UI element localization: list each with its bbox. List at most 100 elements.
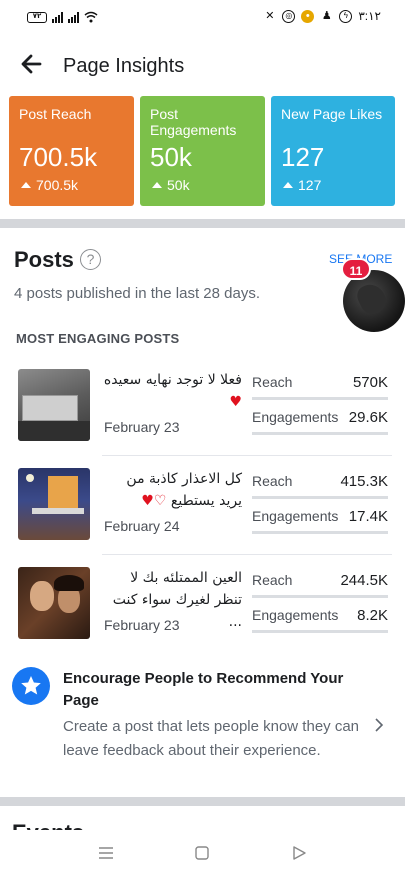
signal-icon <box>52 11 63 23</box>
reach-value: 570K <box>352 374 388 391</box>
section-divider <box>0 219 405 228</box>
chat-head-badge: 11 <box>341 258 371 280</box>
thumbnail-ground <box>18 421 90 441</box>
recommend-description: Create a post that lets people know they… <box>63 718 360 759</box>
reach-value: 415.3K <box>340 473 388 490</box>
metric-delta: 127 <box>283 177 321 193</box>
status-bar: ٧٢ ✕ ◎ • ♟ ϟ ٣:١٢ <box>0 0 405 34</box>
metric-delta-value: 127 <box>298 177 322 193</box>
post-thumbnail <box>18 369 90 441</box>
post-date: February 23 <box>104 419 180 435</box>
thumbnail-balcony <box>32 508 84 514</box>
up-arrow-icon <box>152 182 162 188</box>
engagements-row: Engagements 8.2K <box>252 607 388 624</box>
recommend-title[interactable]: Encourage People to Recommend Your Page <box>63 668 363 712</box>
help-icon[interactable]: ? <box>80 249 101 270</box>
next-section-title: Events <box>12 820 84 830</box>
post-text-content: فعلا لا توجد نهايه سعيده <box>103 372 242 388</box>
metric-label: Post Engagements <box>150 106 237 138</box>
engagements-value: 8.2K <box>357 607 388 624</box>
reach-bar <box>252 496 388 499</box>
wifi-icon <box>84 11 98 23</box>
engagements-bar <box>252 630 388 633</box>
reach-value: 244.5K <box>340 572 388 589</box>
metric-value: 127 <box>281 142 325 172</box>
status-left: ٧٢ <box>27 11 98 23</box>
engagements-value: 29.6K <box>348 409 388 426</box>
engagements-bar <box>252 432 388 435</box>
metric-card-post-reach[interactable]: Post Reach 700.5k 700.5k <box>9 96 134 206</box>
metric-value: 700.5k <box>19 142 98 172</box>
menu-icon[interactable] <box>97 844 115 862</box>
up-arrow-icon <box>21 182 31 188</box>
post-date: February 23 <box>104 617 180 633</box>
back-arrow-icon[interactable] <box>20 52 42 76</box>
thumbnail-moon <box>26 474 34 482</box>
instagram-icon: ◎ <box>282 9 296 23</box>
reach-label: Reach <box>252 473 293 489</box>
post-row[interactable]: كل الاعذار كاذبة من يريد يستطيع ♡♥ Febru… <box>0 468 405 564</box>
metric-label: Post Reach <box>19 106 92 122</box>
posts-section-title: Posts <box>14 247 74 272</box>
post-date: February 24 <box>104 518 180 534</box>
metric-card-new-page-likes[interactable]: New Page Likes 127 127 <box>271 96 395 206</box>
capcut-icon: ✕ <box>265 9 275 22</box>
reach-row: Reach 570K <box>252 374 388 391</box>
app-header: Page Insights <box>0 34 405 96</box>
engagements-label: Engagements <box>252 508 339 524</box>
engagements-bar <box>252 531 388 534</box>
person-icon: ♟ <box>321 9 332 22</box>
reach-bar <box>252 397 388 400</box>
battery-icon: ٧٢ <box>27 11 47 23</box>
back-triangle-icon[interactable] <box>290 844 308 862</box>
most-engaging-label: MOST ENGAGING POSTS <box>16 331 180 346</box>
post-thumbnail <box>18 468 90 540</box>
reach-row: Reach 415.3K <box>252 473 388 490</box>
posts-summary: 4 posts published in the last 28 days. <box>14 285 260 302</box>
notification-app-icon: • <box>301 9 315 23</box>
status-time: ٣:١٢ <box>358 9 381 23</box>
metric-cards: Post Reach 700.5k 700.5k Post Engagement… <box>0 96 405 208</box>
engagements-label: Engagements <box>252 409 339 425</box>
messenger-icon: ϟ <box>339 9 353 23</box>
engagements-row: Engagements 29.6K <box>252 409 388 426</box>
star-glyph <box>21 676 41 695</box>
signal-icon-2 <box>68 11 79 23</box>
metric-value: 50k <box>150 142 192 172</box>
star-icon <box>12 667 50 705</box>
heart-emoji: ♡♥ <box>141 493 167 509</box>
post-thumbnail <box>18 567 90 639</box>
system-nav-bar <box>0 832 405 878</box>
metric-delta-value: 50k <box>167 177 190 193</box>
home-icon[interactable] <box>193 844 211 862</box>
thumbnail-face-1 <box>30 581 54 611</box>
reach-row: Reach 244.5K <box>252 572 388 589</box>
engagements-row: Engagements 17.4K <box>252 508 388 525</box>
chevron-right-icon[interactable] <box>373 717 385 733</box>
engagements-value: 17.4K <box>348 508 388 525</box>
metric-label: New Page Likes <box>281 106 383 122</box>
engagements-label: Engagements <box>252 607 339 623</box>
post-row[interactable]: فعلا لا توجد نهايه سعيده ♥ February 23 R… <box>0 369 405 465</box>
metric-card-post-engagements[interactable]: Post Engagements 50k 50k <box>140 96 265 206</box>
thumbnail-hair <box>54 575 84 591</box>
metric-delta-value: 700.5k <box>36 177 79 193</box>
section-divider <box>0 797 405 806</box>
heart-emoji: ♥ <box>229 394 242 410</box>
up-arrow-icon <box>283 182 293 188</box>
status-right: ✕ ◎ • ♟ ϟ ٣:١٢ <box>263 9 381 23</box>
post-text: كل الاعذار كاذبة من يريد يستطيع ♡♥ <box>102 468 242 512</box>
metric-delta: 50k <box>152 177 190 193</box>
page-title: Page Insights <box>63 55 185 77</box>
post-text: فعلا لا توجد نهايه سعيده ♥ <box>102 369 242 413</box>
reach-label: Reach <box>252 572 293 588</box>
row-separator <box>102 455 392 456</box>
post-row[interactable]: العين الممتلئه بك لا تنظر لغيرك سواء كنت… <box>0 567 405 663</box>
metric-delta: 700.5k <box>21 177 78 193</box>
reach-label: Reach <box>252 374 293 390</box>
reach-bar <box>252 595 388 598</box>
thumbnail-window <box>48 476 78 510</box>
chat-head-figure <box>353 279 391 319</box>
row-separator <box>102 554 392 555</box>
thumbnail-wall <box>22 395 78 421</box>
